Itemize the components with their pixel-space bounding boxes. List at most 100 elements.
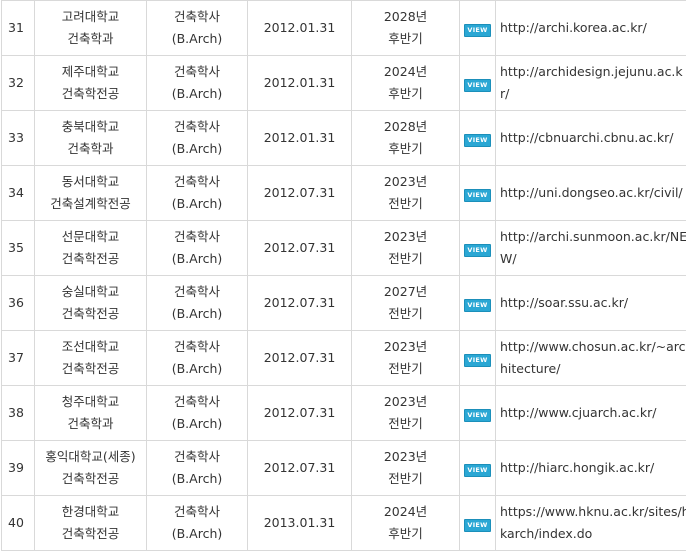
view-button[interactable]: VIEW xyxy=(464,519,491,532)
homepage-link[interactable]: http://www.cjuarch.ac.kr/ xyxy=(495,385,686,441)
degree-name: 건축학사 xyxy=(173,449,220,464)
university-cell: 조선대학교건축학전공 xyxy=(34,330,147,386)
table-row: 38 청주대학교 건축학과 건축학사 (B.Arch) 2012.07.31 202… xyxy=(1,385,686,441)
degree-name: 건축학사 xyxy=(173,174,220,189)
department-name: 건축설계학전공 xyxy=(50,196,131,211)
validity-year: 2024년 xyxy=(383,504,428,519)
validity-year: 2027년 xyxy=(383,284,428,299)
accreditation-date: 2012.07.31 xyxy=(247,165,352,221)
view-button[interactable]: VIEW xyxy=(464,79,491,92)
university-cell: 제주대학교건축학전공 xyxy=(34,55,147,111)
degree-abbrev: (B.Arch) xyxy=(171,141,223,156)
degree-abbrev: (B.Arch) xyxy=(171,306,223,321)
row-number: 38 xyxy=(1,385,35,441)
view-button[interactable]: VIEW xyxy=(464,134,491,147)
degree-name: 건축학사 xyxy=(173,229,220,244)
validity-half: 전반기 xyxy=(388,361,423,376)
homepage-link[interactable]: http://soar.ssu.ac.kr/ xyxy=(495,275,686,331)
validity-cell: 2027년전반기 xyxy=(351,275,460,331)
degree-name: 건축학사 xyxy=(173,9,220,24)
validity-half: 후반기 xyxy=(388,141,423,156)
university-name: 조선대학교 xyxy=(61,339,120,354)
validity-year: 2028년 xyxy=(383,9,428,24)
validity-half: 전반기 xyxy=(388,306,423,321)
validity-year: 2023년 xyxy=(383,339,428,354)
university-name: 제주대학교 xyxy=(61,64,120,79)
homepage-link[interactable]: http://archi.korea.ac.kr/ xyxy=(495,0,686,56)
table-row: 31 고려대학교 건축학과 건축학사 (B.Arch) 2012.01.31 202… xyxy=(1,0,686,56)
view-button[interactable]: VIEW xyxy=(464,189,491,202)
table-body: 31 고려대학교 건축학과 건축학사 (B.Arch) 2012.01.31 202… xyxy=(1,0,686,551)
row-number: 37 xyxy=(1,330,35,386)
accreditation-date: 2012.07.31 xyxy=(247,440,352,496)
view-cell: VIEW xyxy=(459,165,496,221)
department-name: 건축학전공 xyxy=(61,86,120,101)
validity-cell: 2023년 전반기 xyxy=(351,165,460,221)
degree-name: 건축학사 xyxy=(173,64,220,79)
view-button[interactable]: VIEW xyxy=(464,244,491,257)
university-cell: 청주대학교 건축학과 xyxy=(34,385,147,441)
university-cell: 충북대학교 건축학과 xyxy=(34,110,147,166)
degree-name: 건축학사 xyxy=(173,504,220,519)
validity-year: 2028년 xyxy=(383,119,428,134)
department-name: 건축학과 xyxy=(67,416,114,431)
validity-cell: 2023년 전반기 xyxy=(351,385,460,441)
table-row: 33 충북대학교 건축학과 건축학사 (B.Arch) 2012.01.31 202… xyxy=(1,110,686,166)
view-cell: VIEW xyxy=(459,55,496,111)
validity-cell: 2023년 전반기 xyxy=(351,220,460,276)
university-cell: 선문대학교건축학전공 xyxy=(34,220,147,276)
degree-cell: 건축학사 (B.Arch) xyxy=(146,110,248,166)
view-cell: VIEW xyxy=(459,330,496,386)
university-cell: 한경대학교 건축학전공 xyxy=(34,495,147,551)
accreditation-date: 2012.07.31 xyxy=(247,275,352,331)
view-cell: VIEW xyxy=(459,0,496,56)
homepage-link[interactable]: http://archi.sunmoon.ac.kr/NEW/ xyxy=(495,220,686,276)
table-row: 39 홍익대학교(세종) 건축학전공 건축학사 (B.Arch) 2012.07.3… xyxy=(1,440,686,496)
university-name: 동서대학교 xyxy=(61,174,120,189)
homepage-link[interactable]: http://archidesign.jejunu.ac.kr/ xyxy=(495,55,686,111)
row-number: 35 xyxy=(1,220,35,276)
view-button[interactable]: VIEW xyxy=(464,299,491,312)
validity-half: 후반기 xyxy=(388,526,423,541)
degree-abbrev: (B.Arch) xyxy=(171,86,223,101)
homepage-link[interactable]: https://www.hknu.ac.kr/sites/hkarch/inde… xyxy=(495,495,686,551)
validity-half: 후반기 xyxy=(388,86,423,101)
table-row: 32 제주대학교 건축학전공 건축학사 (B.Arch) 2012.01.31 20… xyxy=(1,55,686,111)
homepage-link[interactable]: http://uni.dongseo.ac.kr/civil/ xyxy=(495,165,686,221)
validity-cell: 2023년전반기 xyxy=(351,440,460,496)
degree-cell: 건축학사 (B.Arch) xyxy=(146,495,248,551)
row-number: 33 xyxy=(1,110,35,166)
accreditation-date: 2012.01.31 xyxy=(247,110,352,166)
degree-name: 건축학사 xyxy=(173,339,220,354)
view-button[interactable]: VIEW xyxy=(464,24,491,37)
view-cell: VIEW xyxy=(459,110,496,166)
validity-cell: 2024년후반기 xyxy=(351,495,460,551)
view-button[interactable]: VIEW xyxy=(464,464,491,477)
degree-name: 건축학사 xyxy=(173,284,220,299)
validity-year: 2023년 xyxy=(383,449,428,464)
homepage-link[interactable]: http://hiarc.hongik.ac.kr/ xyxy=(495,440,686,496)
degree-name: 건축학사 xyxy=(173,119,220,134)
university-cell: 숭실대학교 건축학전공 xyxy=(34,275,147,331)
university-name: 홍익대학교(세종) xyxy=(45,449,136,464)
homepage-link[interactable]: http://www.chosun.ac.kr/~architecture/ xyxy=(495,330,686,386)
view-button[interactable]: VIEW xyxy=(464,409,491,422)
validity-year: 2023년 xyxy=(383,174,428,189)
university-name: 충북대학교 xyxy=(61,119,120,134)
university-name: 선문대학교 xyxy=(61,229,120,244)
university-cell: 동서대학교건축설계학전공 xyxy=(34,165,147,221)
validity-half: 전반기 xyxy=(388,471,423,486)
department-name: 건축학전공 xyxy=(61,471,120,486)
row-number: 32 xyxy=(1,55,35,111)
homepage-link[interactable]: http://cbnuarchi.cbnu.ac.kr/ xyxy=(495,110,686,166)
accreditation-date: 2012.07.31 xyxy=(247,385,352,441)
row-number: 40 xyxy=(1,495,35,551)
university-name: 숭실대학교 xyxy=(61,284,120,299)
degree-cell: 건축학사 (B.Arch) xyxy=(146,275,248,331)
degree-cell: 건축학사 (B.Arch) xyxy=(146,220,248,276)
department-name: 건축학전공 xyxy=(61,361,120,376)
view-cell: VIEW xyxy=(459,440,496,496)
department-name: 건축학전공 xyxy=(61,251,120,266)
validity-cell: 2028년후반기 xyxy=(351,110,460,166)
view-button[interactable]: VIEW xyxy=(464,354,491,367)
